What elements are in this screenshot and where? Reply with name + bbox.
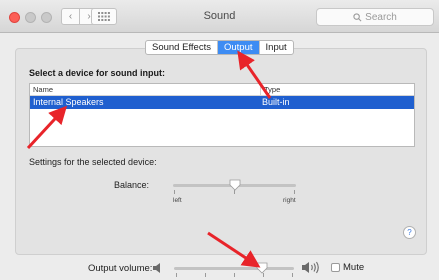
device-type-cell: Built-in: [262, 97, 290, 107]
tab-sound-effects[interactable]: Sound Effects: [146, 41, 218, 54]
volume-tick: [292, 273, 293, 277]
volume-slider-thumb[interactable]: [256, 262, 268, 274]
table-header: Name Type: [30, 84, 414, 96]
settings-title: Settings for the selected device:: [29, 157, 157, 167]
volume-tick: [176, 273, 177, 277]
column-header-name[interactable]: Name: [30, 84, 261, 95]
speaker-low-icon: [153, 263, 160, 273]
sound-preferences-window: ‹ › Sound Search Sound Effects Output In…: [0, 0, 439, 280]
search-icon: [353, 12, 362, 21]
output-volume-label: Output volume:: [88, 263, 153, 274]
balance-slider-thumb[interactable]: [229, 179, 241, 191]
content-panel: [15, 48, 427, 255]
tab-output[interactable]: Output: [217, 41, 260, 54]
mute-label: Mute: [343, 262, 365, 273]
tab-input[interactable]: Input: [260, 41, 293, 54]
volume-tick: [234, 273, 235, 277]
table-row[interactable]: Internal Speakers Built-in: [30, 96, 414, 109]
device-name-cell: Internal Speakers: [33, 97, 104, 107]
device-section-title: Select a device for sound input:: [29, 68, 166, 78]
balance-right-label: right: [283, 197, 296, 204]
column-header-type[interactable]: Type: [261, 84, 280, 95]
volume-slider-track[interactable]: [174, 267, 294, 270]
speaker-high-icon: [302, 261, 319, 274]
search-placeholder: Search: [365, 11, 397, 23]
device-table[interactable]: Name Type Internal Speakers Built-in: [29, 83, 415, 147]
tab-bar: Sound Effects Output Input: [145, 40, 294, 55]
balance-tick-right: [294, 190, 295, 194]
help-button[interactable]: ?: [403, 226, 416, 239]
search-field[interactable]: Search: [316, 8, 434, 26]
balance-tick-left: [174, 190, 175, 194]
balance-left-label: left: [173, 197, 182, 204]
balance-label: Balance:: [114, 180, 150, 190]
title-bar: ‹ › Sound Search: [0, 0, 439, 33]
mute-checkbox[interactable]: [331, 263, 340, 272]
volume-tick: [205, 273, 206, 277]
